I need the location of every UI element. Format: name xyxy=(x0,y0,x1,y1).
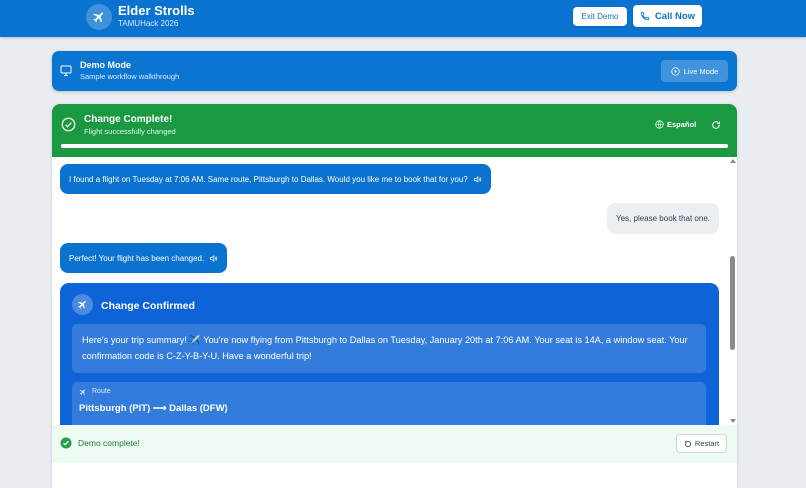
status-subtitle: Flight successfully changed xyxy=(84,127,176,136)
assistant-message: Perfect! Your flight has been changed. xyxy=(60,243,228,273)
language-toggle[interactable]: Español xyxy=(655,120,696,129)
plane-icon xyxy=(72,294,93,315)
check-circle-icon xyxy=(60,437,72,449)
conversation-card: Change Complete! Flight successfully cha… xyxy=(52,104,737,488)
demo-complete-bar: Demo complete! Restart xyxy=(52,425,737,463)
user-message: Yes, please book that one. xyxy=(607,203,719,234)
demo-mode-banner: Demo Mode Sample workflow walkthrough Li… xyxy=(52,51,737,91)
progress-fill xyxy=(61,144,728,148)
phone-icon xyxy=(640,11,650,21)
route-section: Route Pittsburgh (PIT) ⟶ Dallas (DFW) xyxy=(72,382,706,425)
restart-icon xyxy=(684,440,691,447)
exit-demo-button[interactable]: Exit Demo xyxy=(573,7,627,26)
status-header: Change Complete! Flight successfully cha… xyxy=(52,104,737,157)
restart-label: Restart xyxy=(694,439,720,448)
demo-mode-subtitle: Sample workflow walkthrough xyxy=(80,72,180,81)
demo-mode-title: Demo Mode xyxy=(80,60,132,70)
trip-summary: Here's your trip summary! ✈️ You're now … xyxy=(72,324,706,373)
app-subtitle: TAMUHack 2026 xyxy=(118,19,179,28)
progress-bar xyxy=(61,144,728,148)
confirmation-title: Change Confirmed xyxy=(101,300,195,312)
chat-scrollbar[interactable] xyxy=(729,157,737,425)
message-text: I found a flight on Tuesday at 7:06 AM. … xyxy=(69,174,468,184)
call-now-label: Call Now xyxy=(654,10,696,22)
plane-icon xyxy=(86,4,112,30)
call-now-button[interactable]: Call Now xyxy=(633,5,702,27)
app-title: Elder Strolls xyxy=(118,3,195,18)
check-circle-icon xyxy=(61,117,76,132)
language-label: Español xyxy=(667,120,697,129)
refresh-icon[interactable] xyxy=(711,120,721,130)
live-mode-button[interactable]: Live Mode xyxy=(661,60,728,82)
speaker-icon[interactable] xyxy=(209,254,218,263)
globe-icon xyxy=(655,120,664,129)
message-text: Yes, please book that one. xyxy=(616,214,710,223)
demo-complete-text: Demo complete! xyxy=(78,438,140,448)
assistant-message: I found a flight on Tuesday at 7:06 AM. … xyxy=(60,164,491,194)
play-circle-icon xyxy=(671,66,680,76)
plane-icon xyxy=(79,389,86,396)
monitor-icon xyxy=(60,65,72,76)
chat-area: I found a flight on Tuesday at 7:06 AM. … xyxy=(52,157,737,425)
live-mode-label: Live Mode xyxy=(683,66,719,76)
status-title: Change Complete! xyxy=(84,114,173,125)
top-bar: Elder Strolls TAMUHack 2026 Exit Demo Ca… xyxy=(0,0,806,37)
route-label: Route xyxy=(92,388,111,395)
route-value: Pittsburgh (PIT) ⟶ Dallas (DFW) xyxy=(79,403,228,414)
change-confirmed-card: Change Confirmed Here's your trip summar… xyxy=(60,283,719,425)
restart-button[interactable]: Restart xyxy=(676,434,727,453)
speaker-icon[interactable] xyxy=(473,175,482,184)
scroll-thumb[interactable] xyxy=(730,256,735,350)
scroll-up-arrow[interactable] xyxy=(730,159,736,163)
scroll-down-arrow[interactable] xyxy=(730,419,736,423)
message-text: Perfect! Your flight has been changed. xyxy=(69,253,205,263)
